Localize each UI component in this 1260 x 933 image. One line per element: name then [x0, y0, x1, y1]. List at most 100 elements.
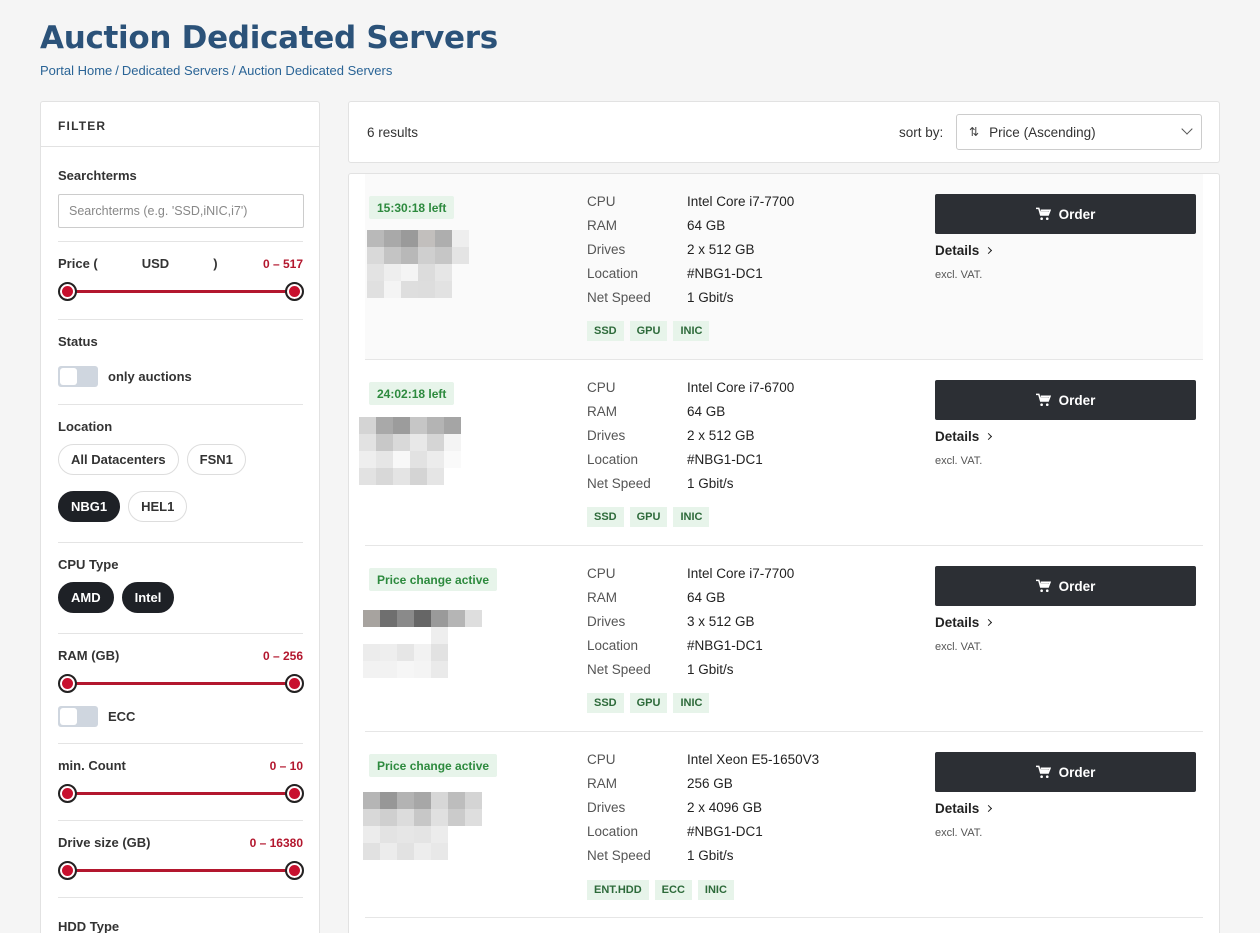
- spec-label-net-speed: Net Speed: [587, 476, 651, 491]
- sort-select-value: Price (Ascending): [989, 124, 1096, 140]
- only-auctions-row: only auctions: [58, 366, 303, 387]
- server-listing: 15:30:18 left CPU Intel Core i7-7700 RAM 6…: [348, 173, 1220, 933]
- spec-value-net-speed: 1 Gbit/s: [687, 476, 734, 491]
- ram-slider-min-handle[interactable]: [58, 674, 77, 693]
- tag: INIC: [673, 507, 710, 527]
- server-specs: CPU Intel Core i7-7700 RAM 64 GB Drives 2 x…: [587, 194, 794, 314]
- sort-label: sort by:: [899, 125, 944, 140]
- spec-label-ram: RAM: [587, 590, 617, 605]
- location-hel1[interactable]: HEL1: [128, 491, 188, 522]
- ram-slider[interactable]: [58, 674, 304, 694]
- spec-value-drives: 2 x 512 GB: [687, 242, 755, 257]
- only-auctions-toggle[interactable]: [58, 366, 98, 387]
- min-count-slider-min-handle[interactable]: [58, 784, 77, 803]
- min-count-slider-max-handle[interactable]: [285, 784, 304, 803]
- spec-value-net-speed: 1 Gbit/s: [687, 848, 734, 863]
- server-tags: SSD GPU INIC: [587, 507, 710, 527]
- tag: SSD: [587, 321, 624, 341]
- searchterms-section: Searchterms: [58, 147, 304, 242]
- chevron-right-icon: [985, 432, 993, 441]
- location-nbg1[interactable]: NBG1: [58, 491, 121, 522]
- spec-label-location: Location: [587, 452, 639, 467]
- price-slider-track: [66, 290, 296, 293]
- sort-select[interactable]: ⇅ Price (Ascending): [956, 114, 1202, 150]
- order-button-label: Order: [1058, 578, 1096, 594]
- spec-label-net-speed: Net Speed: [587, 290, 651, 305]
- ecc-toggle[interactable]: [58, 706, 98, 727]
- price-blurred: [359, 417, 478, 485]
- cart-icon: [1035, 765, 1051, 778]
- tag: INIC: [697, 880, 734, 900]
- cart-icon: [1035, 393, 1051, 406]
- ram-slider-max-handle[interactable]: [285, 674, 304, 693]
- only-auctions-label: only auctions: [108, 369, 192, 384]
- price-slider-max-handle[interactable]: [285, 282, 304, 301]
- order-button[interactable]: Order: [935, 566, 1196, 606]
- breadcrumb: Portal Home / Dedicated Servers / Auction De…: [40, 63, 393, 78]
- vat-note: excl. VAT.: [935, 455, 983, 467]
- drive-size-slider-max-handle[interactable]: [285, 861, 304, 880]
- searchterms-input[interactable]: [58, 194, 304, 228]
- ram-label: RAM (GB) 0 – 256: [58, 648, 303, 663]
- spec-value-ram: 256 GB: [687, 776, 733, 791]
- spec-value-net-speed: 1 Gbit/s: [687, 290, 734, 305]
- spec-label-ram: RAM: [587, 404, 617, 419]
- location-all-datacenters[interactable]: All Datacenters: [58, 444, 179, 475]
- status-section: Status only auctions: [58, 320, 303, 405]
- tag: SSD: [587, 507, 624, 527]
- filter-sidebar: FILTER Searchterms Price (USD) 0 – 517 S…: [40, 101, 320, 933]
- toggle-knob: [60, 708, 77, 725]
- spec-value-drives: 3 x 512 GB: [687, 614, 755, 629]
- spec-value-location: #NBG1-DC1: [687, 824, 763, 839]
- order-button-label: Order: [1058, 764, 1096, 780]
- server-tags: SSD GPU INIC: [587, 321, 710, 341]
- location-fsn1[interactable]: FSN1: [186, 444, 246, 475]
- tag: GPU: [629, 693, 668, 713]
- drive-size-slider-track: [66, 869, 296, 872]
- ecc-label: ECC: [108, 709, 136, 724]
- order-button-label: Order: [1058, 392, 1096, 408]
- details-link[interactable]: Details: [935, 243, 993, 258]
- spec-value-location: #NBG1-DC1: [687, 638, 763, 653]
- cart-icon: [1035, 579, 1051, 592]
- details-link[interactable]: Details: [935, 801, 993, 816]
- spec-label-cpu: CPU: [587, 380, 616, 395]
- toggle-knob: [60, 368, 77, 385]
- breadcrumb-dedicated-servers[interactable]: Dedicated Servers: [122, 63, 229, 78]
- spec-label-location: Location: [587, 824, 639, 839]
- cpu-type-amd[interactable]: AMD: [58, 582, 114, 613]
- order-button[interactable]: Order: [935, 380, 1196, 420]
- spec-label-cpu: CPU: [587, 566, 616, 581]
- breadcrumb-auction-dedicated-servers[interactable]: Auction Dedicated Servers: [238, 63, 392, 78]
- drive-size-slider[interactable]: [58, 861, 304, 881]
- min-count-range-value: 0 – 10: [269, 758, 303, 773]
- vat-note: excl. VAT.: [935, 269, 983, 281]
- cpu-type-pills: AMD Intel: [58, 582, 303, 613]
- spec-label-location: Location: [587, 638, 639, 653]
- price-slider-min-handle[interactable]: [58, 282, 77, 301]
- spec-value-drives: 2 x 512 GB: [687, 428, 755, 443]
- drive-size-slider-min-handle[interactable]: [58, 861, 77, 880]
- cpu-type-intel[interactable]: Intel: [121, 582, 175, 613]
- min-count-label: min. Count 0 – 10: [58, 758, 303, 773]
- details-link[interactable]: Details: [935, 615, 993, 630]
- spec-value-cpu: Intel Core i7-6700: [687, 380, 795, 395]
- server-specs: CPU Intel Xeon E5-1650V3 RAM 256 GB Drives…: [587, 752, 819, 872]
- min-count-slider[interactable]: [58, 784, 304, 804]
- price-range-value: 0 – 517: [262, 256, 303, 271]
- results-bar: 6 results sort by: ⇅ Price (Ascending): [348, 101, 1220, 163]
- spec-value-cpu: Intel Core i7-7700: [687, 566, 795, 581]
- order-button[interactable]: Order: [935, 752, 1196, 792]
- cpu-type-label: CPU Type: [58, 557, 119, 572]
- price-slider[interactable]: [58, 282, 304, 302]
- breadcrumb-portal-home[interactable]: Portal Home: [40, 63, 112, 78]
- details-link[interactable]: Details: [935, 429, 993, 444]
- spec-label-drives: Drives: [587, 614, 626, 629]
- tag: GPU: [629, 507, 668, 527]
- order-button[interactable]: Order: [935, 194, 1196, 234]
- drive-size-range-value: 0 – 16380: [249, 835, 303, 850]
- spec-label-net-speed: Net Speed: [587, 662, 651, 677]
- page-title: Auction Dedicated Servers: [40, 20, 498, 56]
- location-section: Location All Datacenters FSN1 NBG1 HEL1: [58, 405, 303, 543]
- server-card: 24:02:18 left CPU Intel Core i7-6700 RAM 6…: [359, 360, 1203, 546]
